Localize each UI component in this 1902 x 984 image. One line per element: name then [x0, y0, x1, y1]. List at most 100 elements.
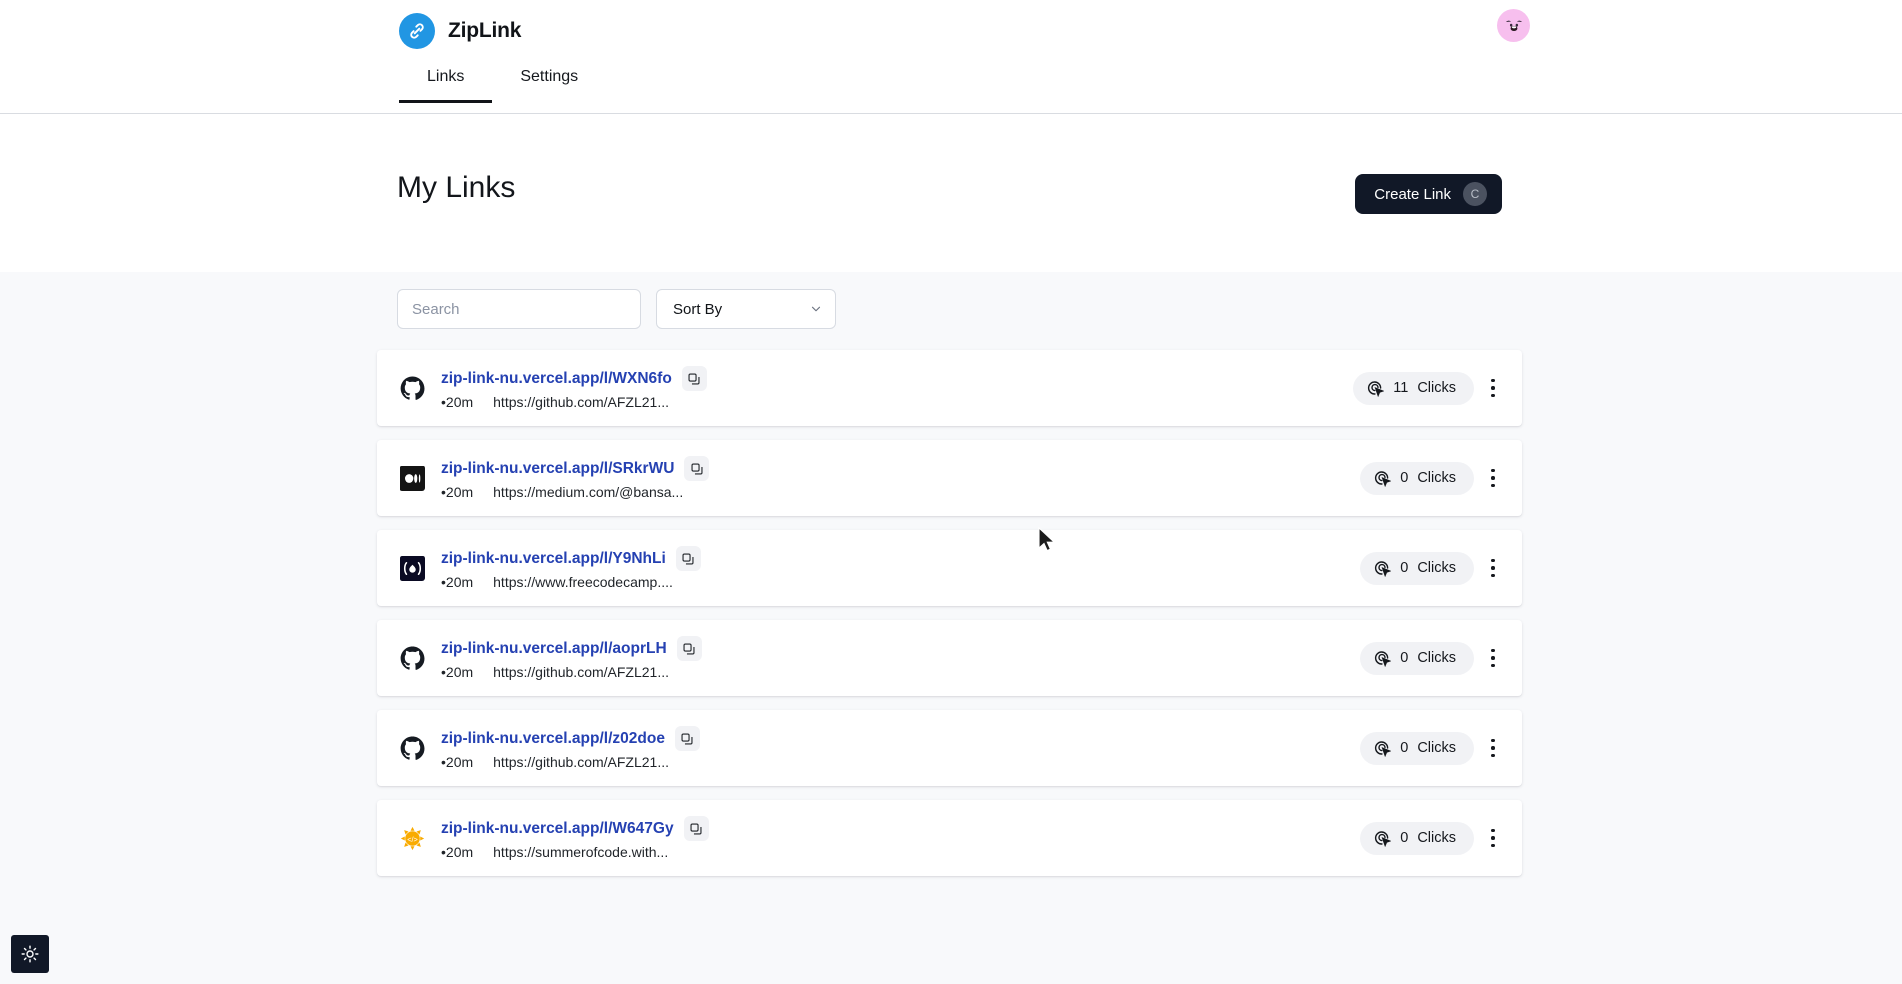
user-avatar-dog-face [1500, 12, 1527, 39]
link-details: zip-link-nu.vercel.app/l/z02doe •20m https… [441, 726, 1360, 770]
clicks-label: Clicks [1417, 650, 1456, 666]
copy-icon [690, 822, 702, 835]
kebab-menu-icon[interactable] [1482, 552, 1504, 585]
link-meta-row: •20m https://github.com/AFZL21... [441, 394, 1353, 410]
link-meta-row: •20m https://www.freecodecamp.... [441, 574, 1360, 590]
clicks-count: 11 [1393, 380, 1409, 396]
kebab-menu-icon[interactable] [1482, 822, 1504, 855]
link-actions: 0 Clicks [1360, 821, 1504, 855]
freecodecamp-icon [399, 555, 425, 581]
link-age: •20m [441, 394, 474, 410]
link-card[interactable]: zip-link-nu.vercel.app/l/aoprLH •20m https… [377, 620, 1522, 696]
click-cursor-icon [1373, 559, 1392, 577]
link-actions: 0 Clicks [1360, 461, 1504, 495]
clicks-badge[interactable]: 0 Clicks [1360, 731, 1474, 765]
link-age: •20m [441, 664, 474, 680]
copy-icon [683, 642, 695, 655]
brand-logo-group[interactable]: ZipLink [399, 13, 521, 49]
link-actions: 11 Clicks [1353, 371, 1504, 405]
click-cursor-icon [1373, 649, 1392, 667]
short-url-link[interactable]: zip-link-nu.vercel.app/l/SRkrWU [441, 460, 674, 478]
sort-by-select[interactable]: Sort By [656, 289, 836, 329]
link-details: zip-link-nu.vercel.app/l/W647Gy •20m https… [441, 816, 1360, 860]
clicks-label: Clicks [1417, 380, 1456, 396]
copy-link-button[interactable] [684, 456, 710, 481]
link-card[interactable]: </> zip-link-nu.vercel.app/l/W647Gy •20m ht… [377, 800, 1522, 876]
link-url-row: zip-link-nu.vercel.app/l/Y9NhLi [441, 546, 1360, 571]
kebab-menu-icon[interactable] [1482, 642, 1504, 675]
clicks-badge[interactable]: 0 Clicks [1360, 821, 1474, 855]
kebab-menu-icon[interactable] [1482, 462, 1504, 495]
list-controls: Sort By [397, 289, 836, 329]
link-chain-icon [399, 13, 435, 49]
copy-link-button[interactable] [681, 366, 707, 391]
destination-url: https://summerofcode.with... [493, 844, 669, 860]
link-url-row: zip-link-nu.vercel.app/l/SRkrWU [441, 456, 1360, 481]
clicks-badge[interactable]: 0 Clicks [1360, 551, 1474, 585]
click-cursor-icon [1373, 829, 1392, 847]
clicks-label: Clicks [1417, 830, 1456, 846]
link-details: zip-link-nu.vercel.app/l/SRkrWU •20m https… [441, 456, 1360, 500]
link-details: zip-link-nu.vercel.app/l/aoprLH •20m https… [441, 636, 1360, 680]
destination-url: https://medium.com/@bansa... [493, 484, 684, 500]
clicks-count: 0 [1400, 560, 1409, 576]
avatar[interactable] [1497, 9, 1530, 42]
tab-settings[interactable]: Settings [492, 68, 606, 103]
search-input[interactable] [397, 289, 641, 329]
clicks-count: 0 [1400, 830, 1409, 846]
tab-links[interactable]: Links [399, 68, 493, 103]
short-url-link[interactable]: zip-link-nu.vercel.app/l/z02doe [441, 730, 665, 748]
sort-by-label: Sort By [673, 300, 723, 318]
short-url-link[interactable]: zip-link-nu.vercel.app/l/Y9NhLi [441, 550, 666, 568]
theme-toggle-button[interactable] [11, 935, 49, 973]
clicks-badge[interactable]: 0 Clicks [1360, 461, 1474, 495]
link-card[interactable]: zip-link-nu.vercel.app/l/SRkrWU •20m https… [377, 440, 1522, 516]
short-url-link[interactable]: zip-link-nu.vercel.app/l/aoprLH [441, 640, 667, 658]
create-link-label: Create Link [1374, 185, 1451, 203]
link-actions: 0 Clicks [1360, 551, 1504, 585]
link-age: •20m [441, 574, 474, 590]
destination-url: https://github.com/AFZL21... [493, 664, 670, 680]
top-navigation-bar: ZipLink Links Settings [0, 0, 1902, 114]
destination-url: https://github.com/AFZL21... [493, 754, 670, 770]
summer-of-code-icon: </> [399, 825, 425, 851]
link-url-row: zip-link-nu.vercel.app/l/W647Gy [441, 816, 1360, 841]
link-card[interactable]: zip-link-nu.vercel.app/l/Y9NhLi •20m https… [377, 530, 1522, 606]
link-meta-row: •20m https://github.com/AFZL21... [441, 754, 1360, 770]
link-card[interactable]: zip-link-nu.vercel.app/l/WXN6fo •20m https… [377, 350, 1522, 426]
medium-icon [399, 465, 425, 491]
link-url-row: zip-link-nu.vercel.app/l/WXN6fo [441, 366, 1353, 391]
copy-link-button[interactable] [676, 636, 702, 661]
clicks-count: 0 [1400, 740, 1409, 756]
clicks-label: Clicks [1417, 740, 1456, 756]
clicks-badge[interactable]: 11 Clicks [1353, 371, 1474, 405]
copy-link-button[interactable] [683, 816, 709, 841]
create-link-button[interactable]: Create Link C [1355, 174, 1502, 214]
page-title: My Links [397, 171, 516, 204]
sun-icon [21, 945, 39, 963]
kebab-menu-icon[interactable] [1482, 732, 1504, 765]
click-cursor-icon [1373, 469, 1392, 487]
short-url-link[interactable]: zip-link-nu.vercel.app/l/W647Gy [441, 820, 674, 838]
link-age: •20m [441, 754, 474, 770]
destination-url: https://github.com/AFZL21... [493, 394, 670, 410]
chevron-down-icon [811, 306, 821, 312]
kebab-menu-icon[interactable] [1482, 372, 1504, 405]
link-age: •20m [441, 484, 474, 500]
short-url-link[interactable]: zip-link-nu.vercel.app/l/WXN6fo [441, 370, 672, 388]
link-url-row: zip-link-nu.vercel.app/l/z02doe [441, 726, 1360, 751]
click-cursor-icon [1373, 739, 1392, 757]
links-section: Sort By zip-link-nu.vercel.app/l/WXN6fo •… [0, 272, 1902, 984]
clicks-label: Clicks [1417, 470, 1456, 486]
link-url-row: zip-link-nu.vercel.app/l/aoprLH [441, 636, 1360, 661]
clicks-count: 0 [1400, 470, 1409, 486]
copy-link-button[interactable] [674, 726, 700, 751]
copy-link-button[interactable] [675, 546, 701, 571]
create-link-shortcut-badge: C [1463, 182, 1487, 206]
brand-name: ZipLink [448, 19, 522, 42]
clicks-count: 0 [1400, 650, 1409, 666]
clicks-badge[interactable]: 0 Clicks [1360, 641, 1474, 675]
copy-icon [688, 372, 700, 385]
click-cursor-icon [1366, 379, 1385, 397]
link-card[interactable]: zip-link-nu.vercel.app/l/z02doe •20m https… [377, 710, 1522, 786]
